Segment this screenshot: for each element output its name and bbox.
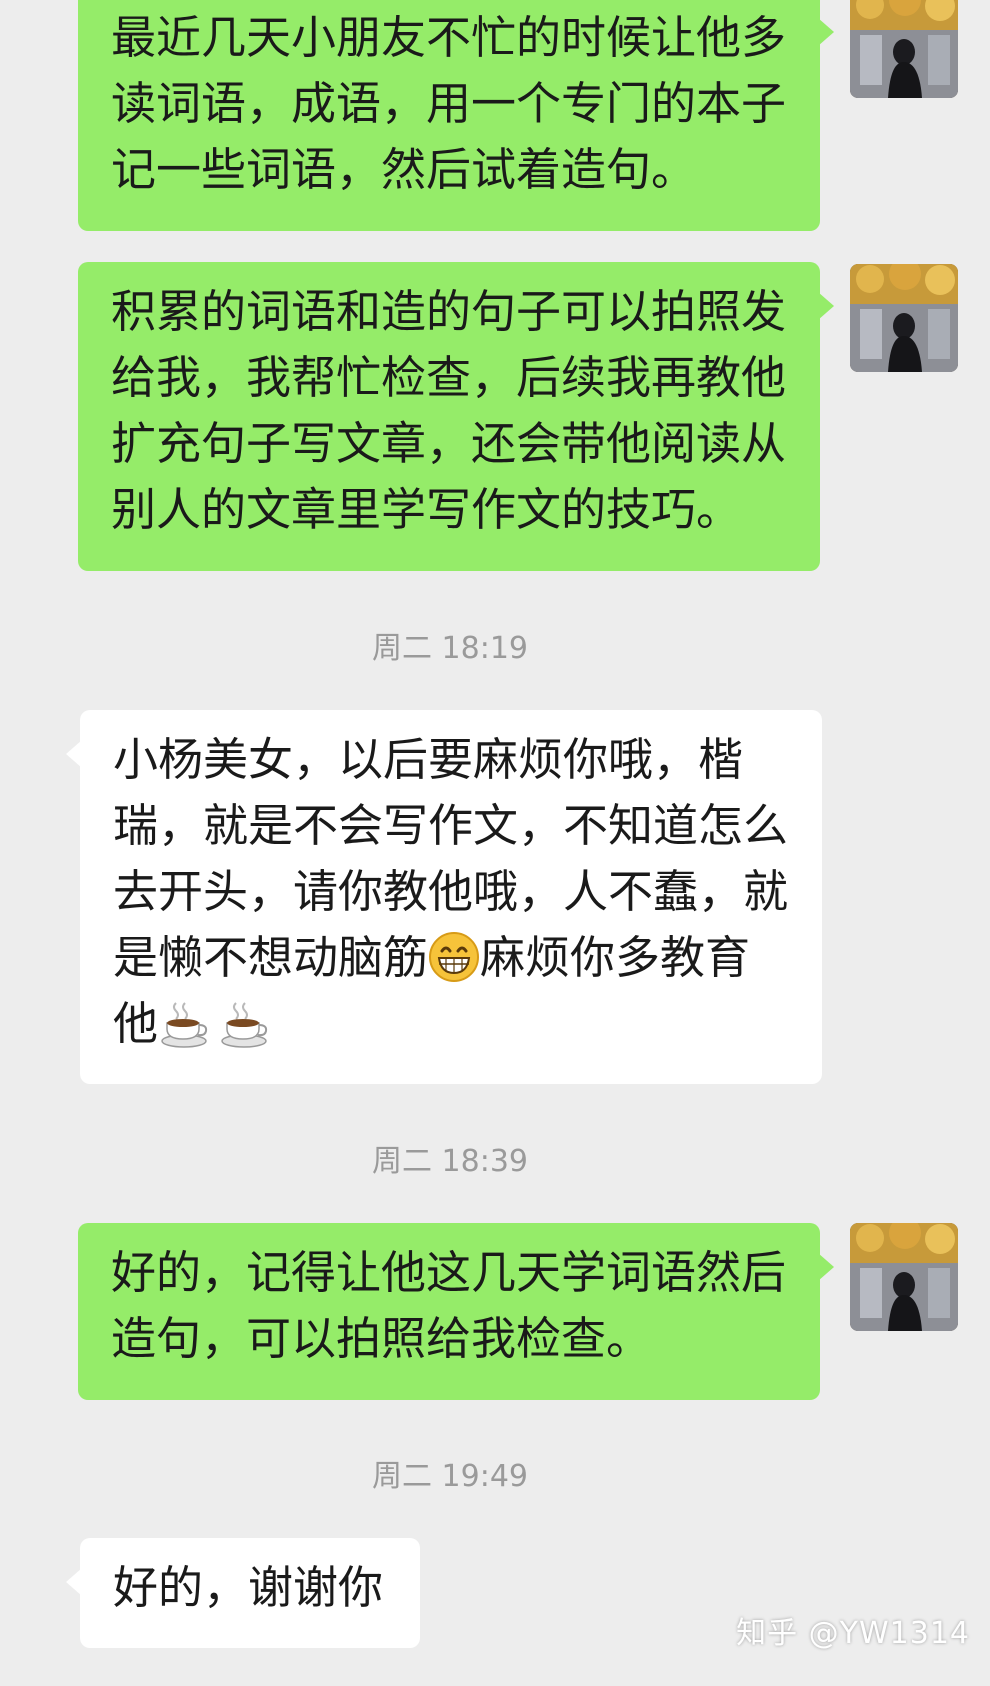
message-text-fragment: 麻烦你多教育 <box>480 931 751 984</box>
message-text-fragment: 他 <box>113 997 159 1050</box>
hot-beverage-icon <box>158 997 210 1049</box>
message-text-line: 去开头，请你教他哦，人不蠢，就 <box>113 865 789 918</box>
message-bubble-incoming[interactable]: 小杨美女，以后要麻烦你哦，楷 瑞，就是不会写作文，不知道怎么 去开头，请你教他哦… <box>66 710 822 1084</box>
message-text-line: 扩充句子写文章，还会带他阅读从 <box>111 417 787 470</box>
message-text-line: 小杨美女，以后要麻烦你哦，楷 <box>113 733 744 786</box>
message-text-line: 是懒不想动脑筋 麻烦你多教育 <box>113 925 790 991</box>
message-bubble-incoming[interactable]: 好的，谢谢你 <box>66 1538 420 1648</box>
message-bubble-outgoing[interactable]: 积累的词语和造的句子可以拍照发 给我，我帮忙检查，后续我再教他 扩充句子写文章，… <box>78 262 834 571</box>
message-text-line: 给我，我帮忙检查，后续我再教他 <box>111 351 787 404</box>
message-text-line: 别人的文章里学写作文的技巧。 <box>111 483 742 536</box>
message-text-line: 记一些词语，然后试着造句。 <box>111 143 697 196</box>
message-text-line: 造句，可以拍照给我检查。 <box>111 1312 652 1365</box>
message-text-line: 他 <box>113 991 790 1057</box>
avatar-self[interactable] <box>850 0 958 98</box>
message-text-line: 瑞，就是不会写作文，不知道怎么 <box>113 799 789 852</box>
avatar-self[interactable] <box>850 264 958 372</box>
watermark: 知乎 @YW1314 <box>736 1616 970 1651</box>
message-text-line: 最近几天小朋友不忙的时候让他多 <box>111 11 787 64</box>
avatar-contact[interactable] <box>0 1538 50 1646</box>
avatar-contact[interactable] <box>0 710 50 818</box>
message-timestamp: 周二 18:19 <box>372 631 528 666</box>
message-text-line: 读词语，成语，用一个专门的本子 <box>111 77 787 130</box>
message-bubble-outgoing[interactable]: 好的，记得让他这几天学词语然后 造句，可以拍照给我检查。 <box>78 1223 834 1400</box>
hot-beverage-icon <box>218 997 270 1049</box>
message-bubble-outgoing[interactable]: 最近几天小朋友不忙的时候让他多 读词语，成语，用一个专门的本子 记一些词语，然后… <box>78 0 834 231</box>
message-timestamp: 周二 19:49 <box>372 1459 528 1494</box>
grinning-face-icon <box>428 931 480 983</box>
message-timestamp: 周二 18:39 <box>372 1144 528 1179</box>
message-text-line: 积累的词语和造的句子可以拍照发 <box>111 285 787 338</box>
avatar-self[interactable] <box>850 1223 958 1331</box>
message-text-line: 好的，谢谢你 <box>113 1561 384 1614</box>
message-text-fragment: 是懒不想动脑筋 <box>113 931 429 984</box>
message-text-line: 好的，记得让他这几天学词语然后 <box>111 1246 787 1299</box>
